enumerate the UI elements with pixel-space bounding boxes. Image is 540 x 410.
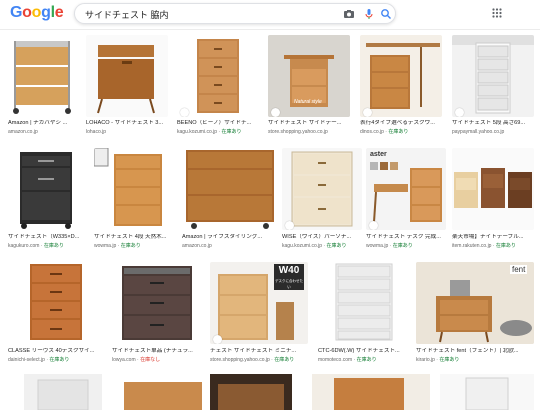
result-thumbnail[interactable]	[8, 262, 104, 344]
product-badge-icon	[363, 108, 372, 117]
result-tile[interactable]: W40 デスクに合わせたい チェスト サイドチェスト ミニチ... store.…	[210, 262, 308, 370]
logo-letter: G	[10, 4, 23, 21]
result-source: momoteco.com · 在庫あり	[318, 357, 377, 363]
apps-grid-icon[interactable]	[492, 8, 502, 18]
search-box[interactable]: サイドチェスト 脇内	[74, 3, 396, 24]
result-thumbnail[interactable]: Natural style	[268, 35, 350, 117]
result-tile[interactable]: Natural style サイドチェスト サイドテー... store.sho…	[268, 35, 350, 145]
result-thumbnail[interactable]	[8, 35, 76, 117]
w40-label: W40	[278, 265, 300, 276]
result-source: kagu.kozumi.co.jp · 在庫あり	[177, 129, 242, 135]
result-thumbnail[interactable]: fent	[416, 262, 534, 344]
result-title[interactable]: 表行4タイプ選べるデスクワ...	[360, 120, 442, 127]
logo-letter: o	[22, 4, 32, 21]
product-badge-icon	[213, 335, 222, 344]
result-title[interactable]: CLASSE リーヴス 40デスクサイ...	[8, 348, 104, 355]
result-source: amazon.co.jp	[8, 129, 38, 135]
result-source: item.rakuten.co.jp · 在庫あり	[452, 243, 516, 249]
result-thumbnail[interactable]: aster	[366, 148, 446, 230]
result-thumbnail[interactable]	[452, 148, 534, 230]
result-tile[interactable]: aster サイドチェスト デスク 完成... wowma.jp · 在庫あり	[366, 148, 446, 256]
result-source: kagukuro.com · 在庫あり	[8, 243, 64, 249]
result-source: lowya.com · 在庫なし	[112, 357, 161, 363]
result-source: dainichi-select.jp · 在庫あり	[8, 357, 70, 363]
google-logo[interactable]: Google	[10, 4, 64, 22]
result-title[interactable]: 楽天市場】ナイトテーブル...	[452, 234, 534, 241]
result-title[interactable]: WISE（ワイズ）パーソナ...	[282, 234, 362, 241]
result-thumbnail[interactable]	[177, 35, 259, 117]
logo-letter: o	[31, 4, 42, 21]
result-title[interactable]: サイドチェスト 5段 高さ69...	[452, 120, 534, 127]
search-query[interactable]: サイドチェスト 脇内	[85, 8, 169, 21]
result-title[interactable]: BEENO（ビーノ）サイドチ...	[177, 120, 259, 127]
result-source: lohaco.jp	[86, 129, 107, 135]
natural-style-overlay: Natural style	[294, 99, 322, 105]
result-thumbnail[interactable]	[312, 374, 430, 410]
result-source: kirario.jp · 在庫あり	[416, 357, 460, 363]
result-title[interactable]: Amazon | ライフスタイリング...	[182, 234, 278, 241]
result-tile[interactable]: fent サイドチェスト fent（フェント）| 北欧... kirario.j…	[416, 262, 534, 370]
result-title[interactable]: サイドチェスト 4段 天然木...	[94, 234, 176, 241]
result-thumbnail[interactable]	[440, 374, 534, 410]
result-thumbnail[interactable]	[452, 35, 534, 117]
result-title[interactable]: サイドチェスト サイドテー...	[268, 120, 350, 127]
aster-brand-overlay: aster	[370, 151, 387, 158]
result-tile[interactable]: Amazon | ライフスタイリング... amazon.co.jp	[182, 148, 278, 256]
result-source: paypaymall.yahoo.co.jp	[452, 129, 505, 135]
result-source: wowma.jp · 在庫あり	[94, 243, 141, 249]
result-thumbnail[interactable]	[182, 148, 278, 230]
result-title[interactable]: チェスト サイドチェスト ミニチ...	[210, 348, 308, 355]
result-thumbnail[interactable]	[282, 148, 362, 230]
result-title[interactable]: Amazon | ナカバヤシ ...	[8, 120, 76, 127]
result-title[interactable]: LOHACO - サイドチェスト 3...	[86, 120, 168, 127]
top-bar: Google サイドチェスト 脇内	[0, 0, 540, 30]
result-title[interactable]: サイドチェスト fent（フェント）| 北欧...	[416, 348, 534, 355]
result-source: store.shopping.yahoo.co.jp · 在庫あり	[210, 357, 295, 363]
result-source: amazon.co.jp	[182, 243, 212, 249]
result-tile[interactable]: LOHACO - サイドチェスト 3... lohaco.jp	[86, 35, 168, 145]
result-thumbnail[interactable]	[94, 148, 176, 230]
result-tile[interactable]: CLASSE リーヴス 40デスクサイ... dainichi-select.j…	[8, 262, 104, 370]
result-tile[interactable]: サイドチェスト 4段 天然木... wowma.jp · 在庫あり	[94, 148, 176, 256]
result-thumbnail[interactable]	[124, 374, 202, 410]
product-badge-icon	[455, 108, 464, 117]
result-title[interactable]: サイドチェスト（W335×D...	[8, 234, 86, 241]
result-title[interactable]: サイドチェスト デスク 完成...	[366, 234, 446, 241]
result-thumbnail[interactable]: W40 デスクに合わせたい	[210, 262, 308, 344]
w40-label-box: W40 デスクに合わせたい	[274, 264, 304, 290]
product-badge-icon	[271, 108, 280, 117]
result-source: store.shopping.yahoo.co.jp	[268, 129, 328, 135]
result-tile[interactable]: CTC-6DW(.W) サイドチェスト... momoteco.com · 在庫…	[318, 262, 410, 370]
result-tile[interactable]: サイドチェスト（W335×D... kagukuro.com · 在庫あり	[8, 148, 86, 256]
result-tile[interactable]: 楽天市場】ナイトテーブル... item.rakuten.co.jp · 在庫あ…	[452, 148, 534, 256]
product-badge-icon	[285, 221, 294, 230]
microphone-icon[interactable]	[363, 8, 375, 20]
result-tile[interactable]: サイドチェスト 5段 高さ69... paypaymall.yahoo.co.j…	[452, 35, 534, 145]
fent-brand-overlay: fent	[510, 265, 528, 274]
result-tile[interactable]: WISE（ワイズ）パーソナ... kagu.kozumi.co.jp · 在庫あ…	[282, 148, 362, 256]
result-thumbnail[interactable]	[112, 262, 204, 344]
result-thumbnail[interactable]	[210, 374, 292, 410]
result-thumbnail[interactable]	[8, 148, 86, 230]
result-source: wowma.jp · 在庫あり	[366, 243, 413, 249]
result-title[interactable]: サイドチェスト単品 (ナチュラ...	[112, 348, 204, 355]
result-source: dinos.co.jp · 在庫あり	[360, 129, 409, 135]
result-tile[interactable]: 表行4タイプ選べるデスクワ... dinos.co.jp · 在庫あり	[360, 35, 442, 145]
result-tile[interactable]: Amazon | ナカバヤシ ... amazon.co.jp	[8, 35, 76, 145]
result-title[interactable]: CTC-6DW(.W) サイドチェスト...	[318, 348, 410, 355]
w40-sublabel: デスクに合わせたい	[275, 279, 303, 289]
result-thumbnail[interactable]	[318, 262, 410, 344]
logo-letter: g	[41, 4, 51, 21]
search-icon[interactable]	[380, 8, 392, 20]
result-thumbnail[interactable]	[86, 35, 168, 117]
result-tile[interactable]: BEENO（ビーノ）サイドチ... kagu.kozumi.co.jp · 在庫…	[177, 35, 259, 145]
result-thumbnail[interactable]	[360, 35, 442, 117]
camera-icon[interactable]	[343, 8, 355, 20]
product-badge-icon	[369, 221, 378, 230]
result-thumbnail[interactable]	[24, 374, 102, 410]
result-source: kagu.kozumi.co.jp · 在庫あり	[282, 243, 347, 249]
logo-letter: e	[54, 4, 64, 21]
product-badge-icon	[180, 108, 189, 117]
result-tile[interactable]: サイドチェスト単品 (ナチュラ... lowya.com · 在庫なし	[112, 262, 204, 370]
